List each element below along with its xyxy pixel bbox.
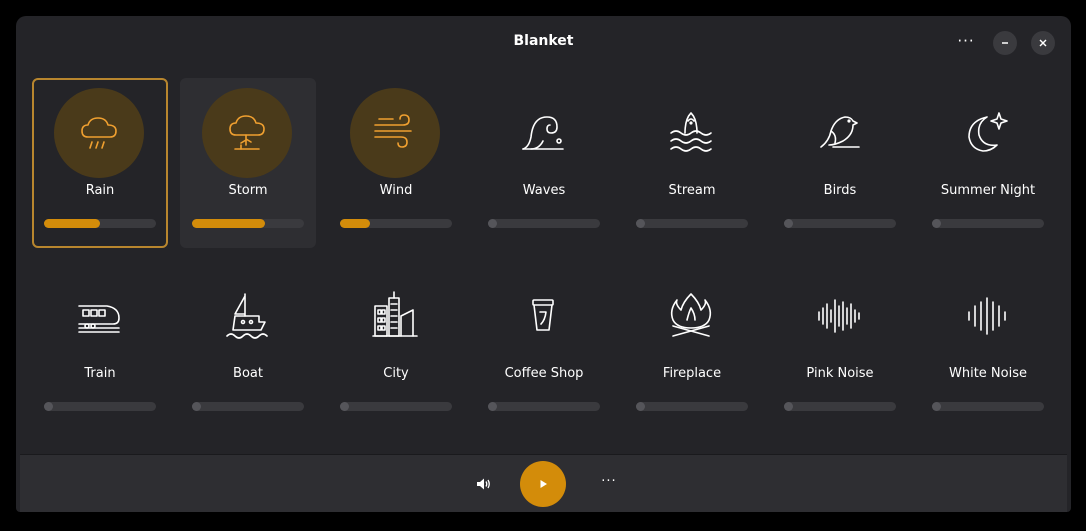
sound-card-train[interactable]: Train [32, 261, 168, 431]
minimize-button[interactable] [993, 31, 1017, 55]
sound-card-coffee-shop[interactable]: Coffee Shop [476, 261, 612, 431]
volume-slider[interactable] [44, 219, 156, 228]
volume-slider[interactable] [932, 402, 1044, 411]
sound-card-rain[interactable]: Rain [32, 78, 168, 248]
volume-slider-handle[interactable] [784, 402, 793, 411]
sound-label: Storm [228, 183, 268, 198]
sound-card-summer-night[interactable]: Summer Night [920, 78, 1056, 248]
volume-slider[interactable] [340, 402, 452, 411]
rain-cloud-icon [81, 117, 117, 149]
more-options-button[interactable]: ··· [598, 473, 620, 495]
volume-slider-handle[interactable] [488, 402, 497, 411]
sound-icon-button[interactable] [54, 271, 144, 361]
sound-label: City [383, 366, 409, 381]
volume-slider-handle[interactable] [932, 219, 941, 228]
sound-card-pink-noise[interactable]: Pink Noise [772, 261, 908, 431]
sound-label: Coffee Shop [504, 366, 584, 381]
sound-icon-button[interactable] [942, 88, 1032, 178]
volume-slider-handle[interactable] [784, 219, 793, 228]
sound-icon-button[interactable] [646, 88, 736, 178]
sound-label: Summer Night [940, 183, 1036, 198]
wind-icon [374, 114, 412, 148]
sound-card-birds[interactable]: Birds [772, 78, 908, 248]
sound-card-city[interactable]: City [328, 261, 464, 431]
volume-slider-handle[interactable] [636, 402, 645, 411]
sound-card-wind[interactable]: Wind [328, 78, 464, 248]
volume-slider[interactable] [192, 219, 304, 228]
moon-star-icon [968, 112, 1008, 152]
sound-label: White Noise [949, 366, 1027, 381]
sound-label: Boat [233, 366, 263, 381]
sound-label: Wind [379, 183, 413, 198]
sound-label: Stream [668, 183, 716, 198]
sound-icon-button[interactable] [646, 271, 736, 361]
sound-label: Fireplace [662, 366, 722, 381]
sound-icon-button[interactable] [54, 88, 144, 178]
sound-icon-button[interactable] [794, 88, 884, 178]
volume-slider[interactable] [636, 402, 748, 411]
volume-slider-fill [44, 219, 100, 228]
sound-card-white-noise[interactable]: White Noise [920, 261, 1056, 431]
volume-slider-handle[interactable] [932, 402, 941, 411]
train-icon [78, 305, 120, 333]
city-icon [372, 291, 418, 337]
volume-slider[interactable] [932, 219, 1044, 228]
sound-icon-button[interactable] [202, 271, 292, 361]
sound-label: Waves [522, 183, 566, 198]
volume-slider-handle[interactable] [192, 402, 201, 411]
sound-label: Train [84, 366, 116, 381]
sound-icon-button[interactable] [942, 271, 1032, 361]
sound-label: Pink Noise [806, 366, 874, 381]
close-button[interactable] [1031, 31, 1055, 55]
sound-icon-button[interactable] [794, 271, 884, 361]
sound-icon-button[interactable] [202, 88, 292, 178]
play-button[interactable] [520, 461, 566, 507]
app-window: Blanket ··· Rain Storm Wind Waves Stream Bird… [16, 16, 1071, 512]
sound-icon-button[interactable] [350, 271, 440, 361]
volume-slider[interactable] [44, 402, 156, 411]
boat-icon [226, 293, 268, 339]
sound-icon-button[interactable] [498, 88, 588, 178]
sound-card-boat[interactable]: Boat [180, 261, 316, 431]
sound-label: Rain [85, 183, 115, 198]
sound-card-storm[interactable]: Storm [180, 78, 316, 248]
volume-slider[interactable] [784, 219, 896, 228]
volume-slider-handle[interactable] [340, 402, 349, 411]
sound-label: Birds [823, 183, 857, 198]
coffee-cup-icon [532, 299, 554, 331]
volume-slider-handle[interactable] [44, 402, 53, 411]
volume-slider[interactable] [636, 219, 748, 228]
header-bar: Blanket ··· [16, 16, 1071, 70]
play-icon [540, 480, 547, 488]
volume-slider-handle[interactable] [636, 219, 645, 228]
volume-slider[interactable] [192, 402, 304, 411]
volume-slider-fill [340, 219, 371, 228]
volume-slider[interactable] [340, 219, 452, 228]
sound-icon-button[interactable] [498, 271, 588, 361]
sound-card-stream[interactable]: Stream [624, 78, 760, 248]
volume-slider-fill [192, 219, 265, 228]
sound-card-fireplace[interactable]: Fireplace [624, 261, 760, 431]
sound-card-waves[interactable]: Waves [476, 78, 612, 248]
volume-slider[interactable] [488, 219, 600, 228]
main-menu-button[interactable]: ··· [954, 31, 978, 55]
volume-button[interactable] [472, 473, 494, 495]
window-title: Blanket [513, 33, 574, 49]
speaker-icon [477, 478, 490, 490]
fire-icon [670, 293, 712, 337]
bottom-bar: ··· [20, 454, 1067, 512]
bird-icon [820, 116, 860, 148]
close-icon [1039, 39, 1047, 47]
sound-icon-button[interactable] [350, 88, 440, 178]
white-noise-icon [968, 297, 1006, 335]
minimize-icon [1002, 42, 1008, 44]
volume-slider[interactable] [488, 402, 600, 411]
fish-stream-icon [670, 112, 712, 152]
volume-slider-handle[interactable] [488, 219, 497, 228]
wave-icon [522, 116, 564, 150]
pink-noise-icon [818, 299, 860, 333]
storm-cloud-icon [229, 115, 265, 150]
volume-slider[interactable] [784, 402, 896, 411]
